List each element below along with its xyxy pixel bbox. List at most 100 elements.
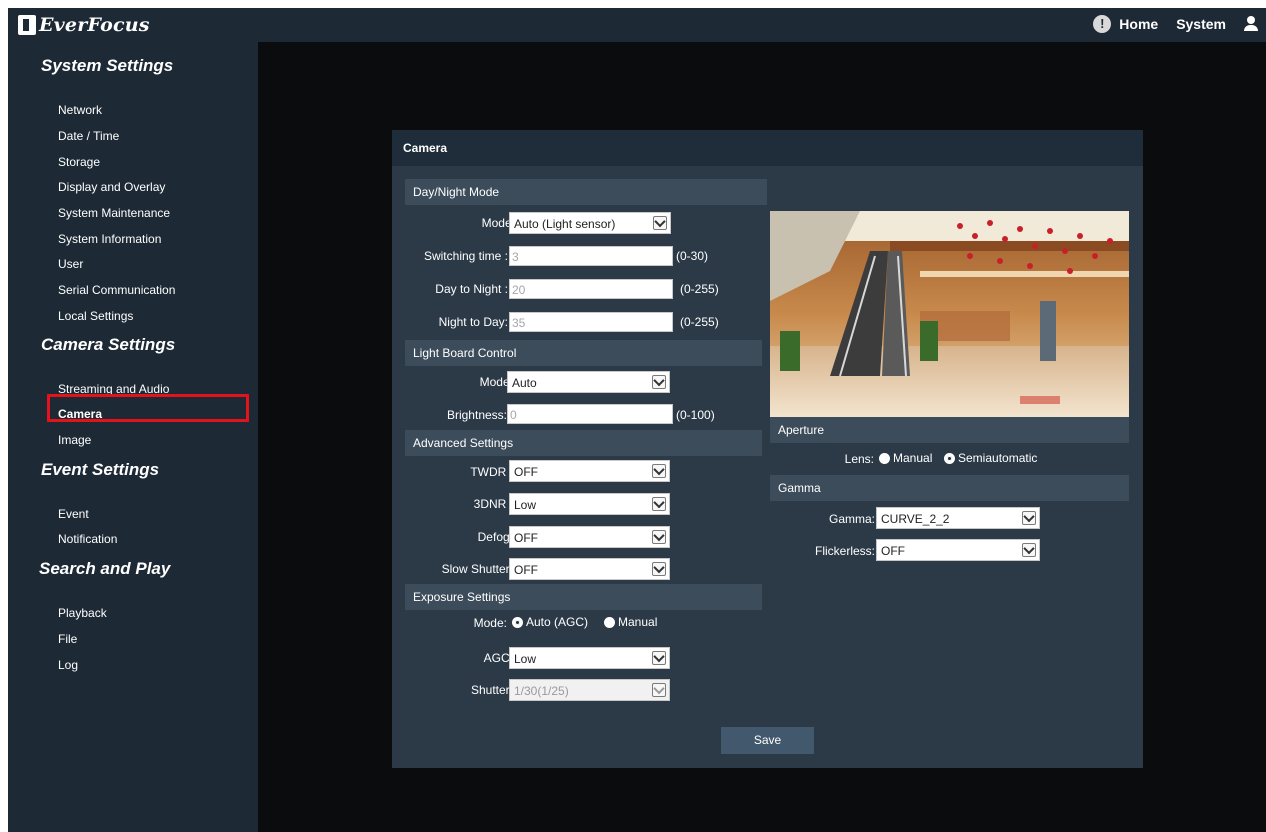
app-window: EverFocus ! Home System System Settings … [8,8,1266,832]
lens-semiautomatic-label: Semiautomatic [958,451,1038,465]
aperture-header: Aperture [770,417,1129,443]
home-link[interactable]: Home [1119,16,1158,32]
brightness-input[interactable]: 0 [507,404,673,424]
switching-time-range: (0-30) [676,249,709,263]
defog-label: Defog: [477,530,513,544]
selected-item-highlight [47,394,249,422]
day-to-night-label: Day to Night : [435,282,508,296]
chevron-down-icon [652,497,666,511]
exposure-auto-radio[interactable]: Auto (AGC) [512,615,588,629]
sidebar-item-serial-communication[interactable]: Serial Communication [58,283,175,297]
sidebar-item-local-settings[interactable]: Local Settings [58,309,133,323]
flickerless-label: Flickerless: [814,544,875,558]
shutter-select[interactable]: 1/30(1/25) [509,679,670,701]
chevron-down-icon [652,464,666,478]
lens-manual-label: Manual [893,451,933,465]
gamma-select[interactable]: CURVE_2_2 [876,507,1040,529]
lens-semiautomatic-radio[interactable]: Semiautomatic [944,451,1037,465]
sidebar: System Settings Network Date / Time Stor… [8,42,258,832]
gamma-label: Gamma: [828,512,875,526]
radio-selected-icon [512,616,523,628]
defog-value: OFF [514,531,538,545]
flickerless-select[interactable]: OFF [876,539,1040,561]
top-nav: ! Home System [1093,15,1258,33]
section-title-event-settings: Event Settings [41,460,160,479]
day-night-mode-value: Auto (Light sensor) [514,217,616,231]
chevron-down-icon [1022,511,1036,525]
light-board-header: Light Board Control [405,340,762,366]
gamma-header: Gamma [770,475,1129,501]
chevron-down-icon [1022,543,1036,557]
twdr-select[interactable]: OFF [509,460,670,482]
night-to-day-range: (0-255) [680,315,719,329]
slow-shutter-select[interactable]: OFF [509,558,670,580]
agc-value: Low [514,652,537,666]
agc-select[interactable]: Low [509,647,670,669]
save-button[interactable]: Save [721,727,814,754]
section-title-system-settings: System Settings [41,56,174,75]
flickerless-value: OFF [881,544,905,558]
sidebar-item-system-information[interactable]: System Information [58,232,161,246]
3dnr-value: Low [514,498,537,512]
camera-panel: Camera Day/Night Mode Mode: Auto (Light … [392,130,1143,768]
sidebar-item-log[interactable]: Log [58,658,78,672]
3dnr-label: 3DNR : [473,497,513,511]
day-to-night-range: (0-255) [680,282,719,296]
radio-unselected-icon [879,452,890,464]
day-night-mode-select[interactable]: Auto (Light sensor) [509,212,671,234]
panel-title: Camera [392,130,1143,166]
radio-unselected-icon [604,616,615,628]
sidebar-item-user[interactable]: User [58,257,83,271]
switching-time-label: Switching time : [423,249,508,263]
shutter-label: Shutter: [470,683,513,697]
exposure-manual-label: Manual [618,615,658,629]
chevron-down-icon [652,562,666,576]
light-board-mode-label: Mode: [479,375,513,389]
section-title-camera-settings: Camera Settings [41,335,176,354]
radio-selected-icon [944,452,955,464]
light-board-mode-select[interactable]: Auto [507,371,670,393]
exposure-mode-label: Mode: [473,616,507,630]
lens-manual-radio[interactable]: Manual [879,451,932,465]
sidebar-item-network[interactable]: Network [58,103,102,117]
gamma-value: CURVE_2_2 [881,512,950,526]
section-title-search-play: Search and Play [39,559,171,578]
top-bar: EverFocus ! Home System [8,8,1266,42]
slow-shutter-label: Slow Shutter: [441,562,513,576]
chevron-down-icon [652,530,666,544]
advanced-settings-header: Advanced Settings [405,430,762,456]
alert-icon[interactable]: ! [1093,15,1112,33]
day-to-night-input[interactable]: 20 [509,279,673,299]
sidebar-item-playback[interactable]: Playback [58,606,107,620]
sidebar-item-event[interactable]: Event [58,507,89,521]
exposure-manual-radio[interactable]: Manual [604,615,657,629]
sidebar-item-date-time[interactable]: Date / Time [58,129,119,143]
twdr-label: TWDR : [470,465,513,479]
system-link[interactable]: System [1176,16,1226,32]
defog-select[interactable]: OFF [509,526,670,548]
day-night-header: Day/Night Mode [405,179,767,205]
chevron-down-icon [652,683,666,697]
brand-name: EverFocus [39,14,150,36]
everfocus-logo-icon [18,15,36,35]
chevron-down-icon [653,216,667,230]
user-icon[interactable] [1244,16,1258,32]
twdr-value: OFF [514,465,538,479]
sidebar-item-image[interactable]: Image [58,433,91,447]
night-to-day-label: Night to Day: [438,315,508,329]
switching-time-input[interactable]: 3 [509,246,673,266]
slow-shutter-value: OFF [514,563,538,577]
light-board-mode-value: Auto [512,376,537,390]
camera-preview-image [770,211,1129,417]
sidebar-item-file[interactable]: File [58,632,77,646]
night-to-day-input[interactable]: 35 [509,312,673,332]
sidebar-item-display-overlay[interactable]: Display and Overlay [58,180,165,194]
brightness-label: Brightness: [446,408,507,422]
sidebar-item-system-maintenance[interactable]: System Maintenance [58,206,170,220]
exposure-auto-label: Auto (AGC) [526,615,589,629]
brand-logo: EverFocus [18,13,150,37]
sidebar-item-storage[interactable]: Storage [58,155,100,169]
sidebar-item-notification[interactable]: Notification [58,532,117,546]
3dnr-select[interactable]: Low [509,493,670,515]
chevron-down-icon [652,651,666,665]
